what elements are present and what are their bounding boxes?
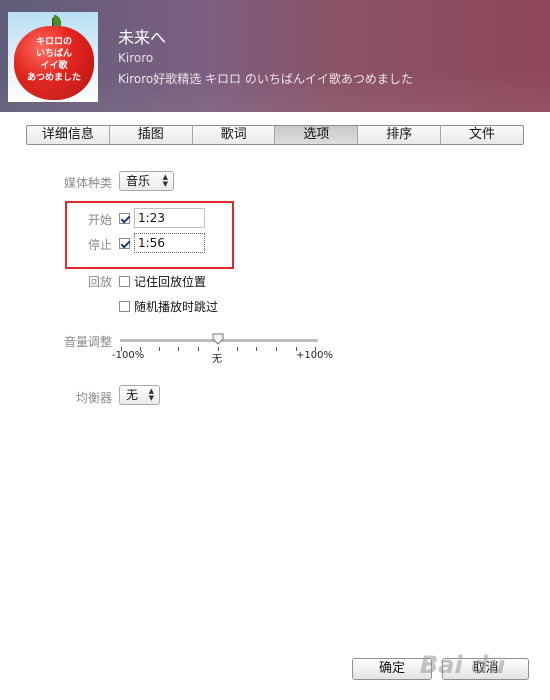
slider-tick [256,347,257,351]
tab-sorting[interactable]: 排序 [358,126,442,144]
volume-mid-label: 无 [212,354,222,365]
start-time-input[interactable]: 1:23 [134,208,205,228]
media-kind-select[interactable]: 音乐 ▲ ▼ [119,171,174,191]
artwork-text-line: あつめました [26,73,81,83]
tab-details[interactable]: 详细信息 [27,126,110,144]
track-header: キロロの いちばん イイ歌 あつめました 未来へ Kiroro Kiroro好歌… [0,0,550,112]
album-name: Kiroro好歌精选 キロロ のいちばんイイ歌あつめました [118,72,413,86]
volume-max-label: +100% [296,350,333,361]
tab-options[interactable]: 选项 [275,126,359,144]
artist-name: Kiroro [118,51,154,65]
stop-checkbox[interactable] [119,238,130,249]
start-label: 开始 [87,213,112,227]
slider-tick [276,347,277,351]
tab-artwork[interactable]: 插图 [110,126,193,144]
tab-lyrics[interactable]: 歌词 [193,126,276,144]
stop-label: 停止 [87,238,112,252]
media-kind-value: 音乐 [126,174,151,188]
artwork-text-line: イイ歌 [40,61,68,71]
slider-tick [159,347,160,351]
media-kind-label: 媒体种类 [63,176,112,190]
ok-button[interactable]: 确定 [352,658,432,680]
volume-label: 音量调整 [63,335,112,349]
equalizer-label: 均衡器 [75,391,112,405]
tab-file[interactable]: 文件 [441,126,523,144]
cancel-button[interactable]: 取消 [442,658,529,680]
artwork-text: キロロの いちばん イイ歌 あつめました [14,36,94,84]
album-artwork: キロロの いちばん イイ歌 あつめました [8,12,98,102]
song-title: 未来へ [118,28,167,47]
slider-tick [198,347,199,351]
start-checkbox[interactable] [119,213,130,224]
volume-min-label: -100% [112,350,145,361]
skip-shuffle-checkbox[interactable] [119,301,130,312]
skip-shuffle-label[interactable]: 随机播放时跳过 [134,298,218,315]
remember-position-checkbox[interactable] [119,276,130,287]
artwork-text-line: キロロの [35,37,72,47]
select-arrows-icon: ▲ ▼ [148,387,154,402]
equalizer-value: 无 [126,388,139,402]
select-arrows-icon: ▲ ▼ [162,173,168,188]
slider-tick [237,347,238,351]
remember-position-label[interactable]: 记住回放位置 [134,273,206,290]
volume-slider-thumb[interactable] [212,333,224,345]
artwork-text-line: いちばん [35,49,72,59]
tab-bar: 详细信息 插图 歌词 选项 排序 文件 [26,125,524,145]
stop-time-input[interactable]: 1:56 [134,233,205,253]
slider-tick [178,347,179,351]
playback-label: 回放 [87,275,112,289]
equalizer-select[interactable]: 无 ▲ ▼ [119,385,160,405]
